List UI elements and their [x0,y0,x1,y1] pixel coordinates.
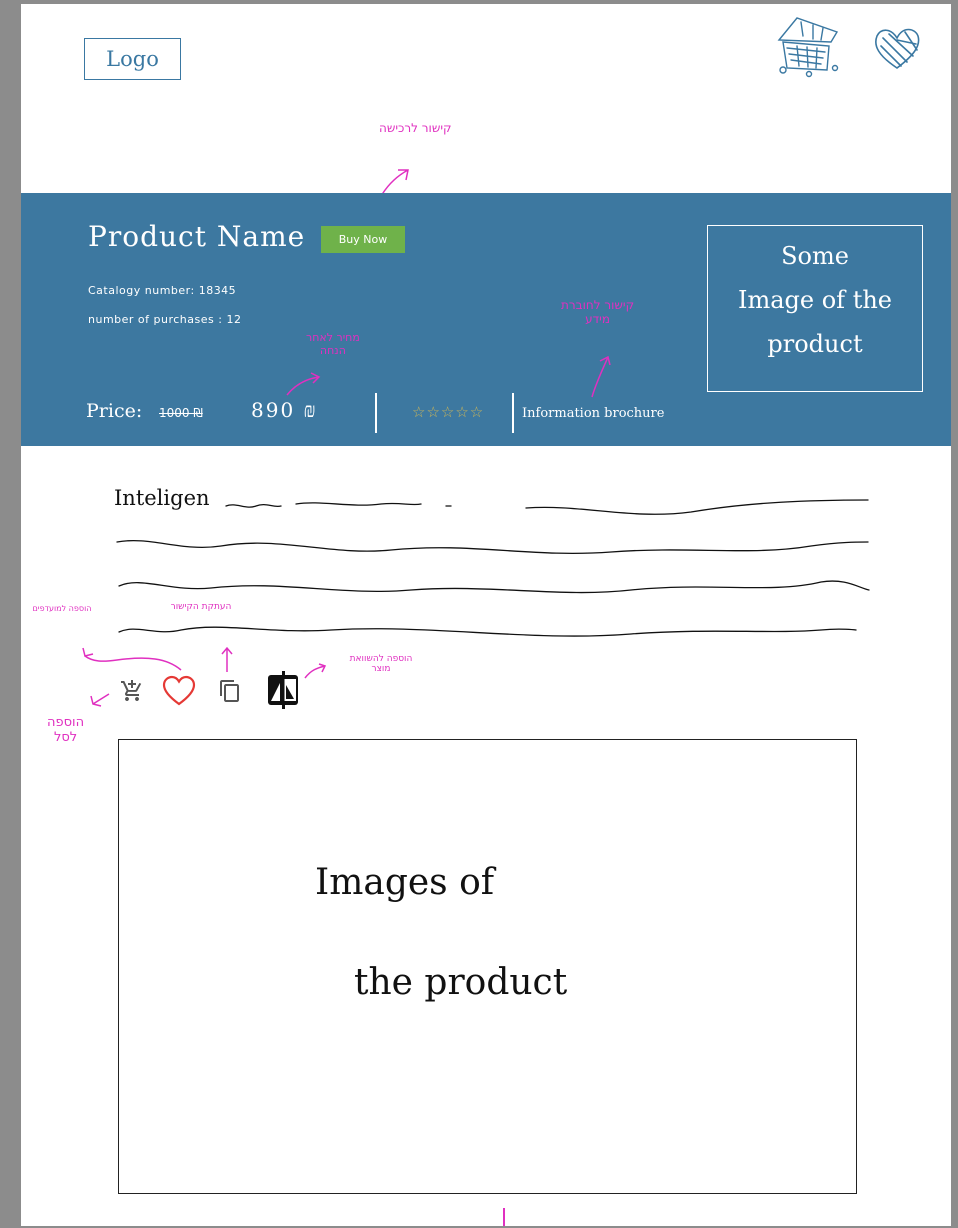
divider [375,393,377,433]
gallery-caption-line: Images of [315,862,495,903]
star-rating[interactable]: ☆☆☆☆☆ [412,403,484,421]
gallery-caption-line: the product [354,962,568,1003]
favorite-heart-icon [162,675,196,706]
divider [512,393,514,433]
product-image-caption-line: product [767,330,863,358]
product-hero-band: Product Name Buy Now Catalogy number: 18… [21,193,951,446]
compare-annotation-arrow [304,663,327,679]
copy-link-annotation: העתקת הקישור [170,602,232,612]
price-annotation: מחיר לאחר הנחה [306,331,360,357]
page: Logo קישור לרכישה Product Name Buy Now C… [21,4,951,1226]
price-annotation-arrow [286,372,321,396]
product-image-caption-line: Image of the [737,286,892,314]
copy-link-button[interactable] [217,678,243,704]
add-to-favorites-button[interactable] [161,674,197,708]
copy-annotation-arrow [221,646,233,672]
store-icon[interactable] [773,12,843,78]
add-to-cart-icon [121,680,142,701]
cart-annotation: הוספה לסל [47,715,85,746]
brochure-annotation-arrow [591,355,611,398]
description-placeholder-lines [116,499,870,637]
catalog-number: Catalogy number: 18345 [88,284,237,297]
product-image-caption-line: Some [781,242,849,270]
price-label: Price: [86,400,143,422]
favorite-annotation: הוספה למועדפים [32,604,92,613]
old-price: 1000 ₪ [159,406,203,420]
cart-annotation-line-2: לסל [53,729,78,745]
copy-icon [220,680,239,702]
price-annotation-line-1: מחיר לאחר [306,331,360,344]
favorite-annotation-arrow [82,647,182,671]
buy-now-button[interactable]: Buy Now [321,226,405,253]
add-to-cart-button[interactable] [119,678,145,704]
cart-annotation-line-1: הוספה [47,715,85,730]
product-image: Some Image of the product [707,225,923,392]
product-name: Product Name [88,220,306,253]
buy-link-annotation: קישור לרכישה [379,121,452,135]
discounted-price: 890 ₪ [251,398,318,422]
brochure-annotation-line-1: קישור לחוברת [561,298,635,312]
price-annotation-line-2: הנחה [319,343,346,357]
compare-icon [268,671,298,709]
bottom-marker [503,1208,505,1226]
logo[interactable]: Logo [84,38,181,80]
cart-annotation-arrow [90,693,110,707]
product-gallery[interactable]: Images of the product [118,739,857,1194]
compare-button[interactable] [265,670,301,710]
purchase-count: number of purchases : 12 [88,313,242,326]
brochure-annotation: קישור לחוברת מידע [561,298,635,327]
brochure-annotation-line-2: מידע [585,311,610,326]
information-brochure-link[interactable]: Information brochure [522,406,664,421]
compare-annotation: הוספה להשוואת מוצר [349,654,413,675]
heart-icon[interactable] [871,24,923,74]
